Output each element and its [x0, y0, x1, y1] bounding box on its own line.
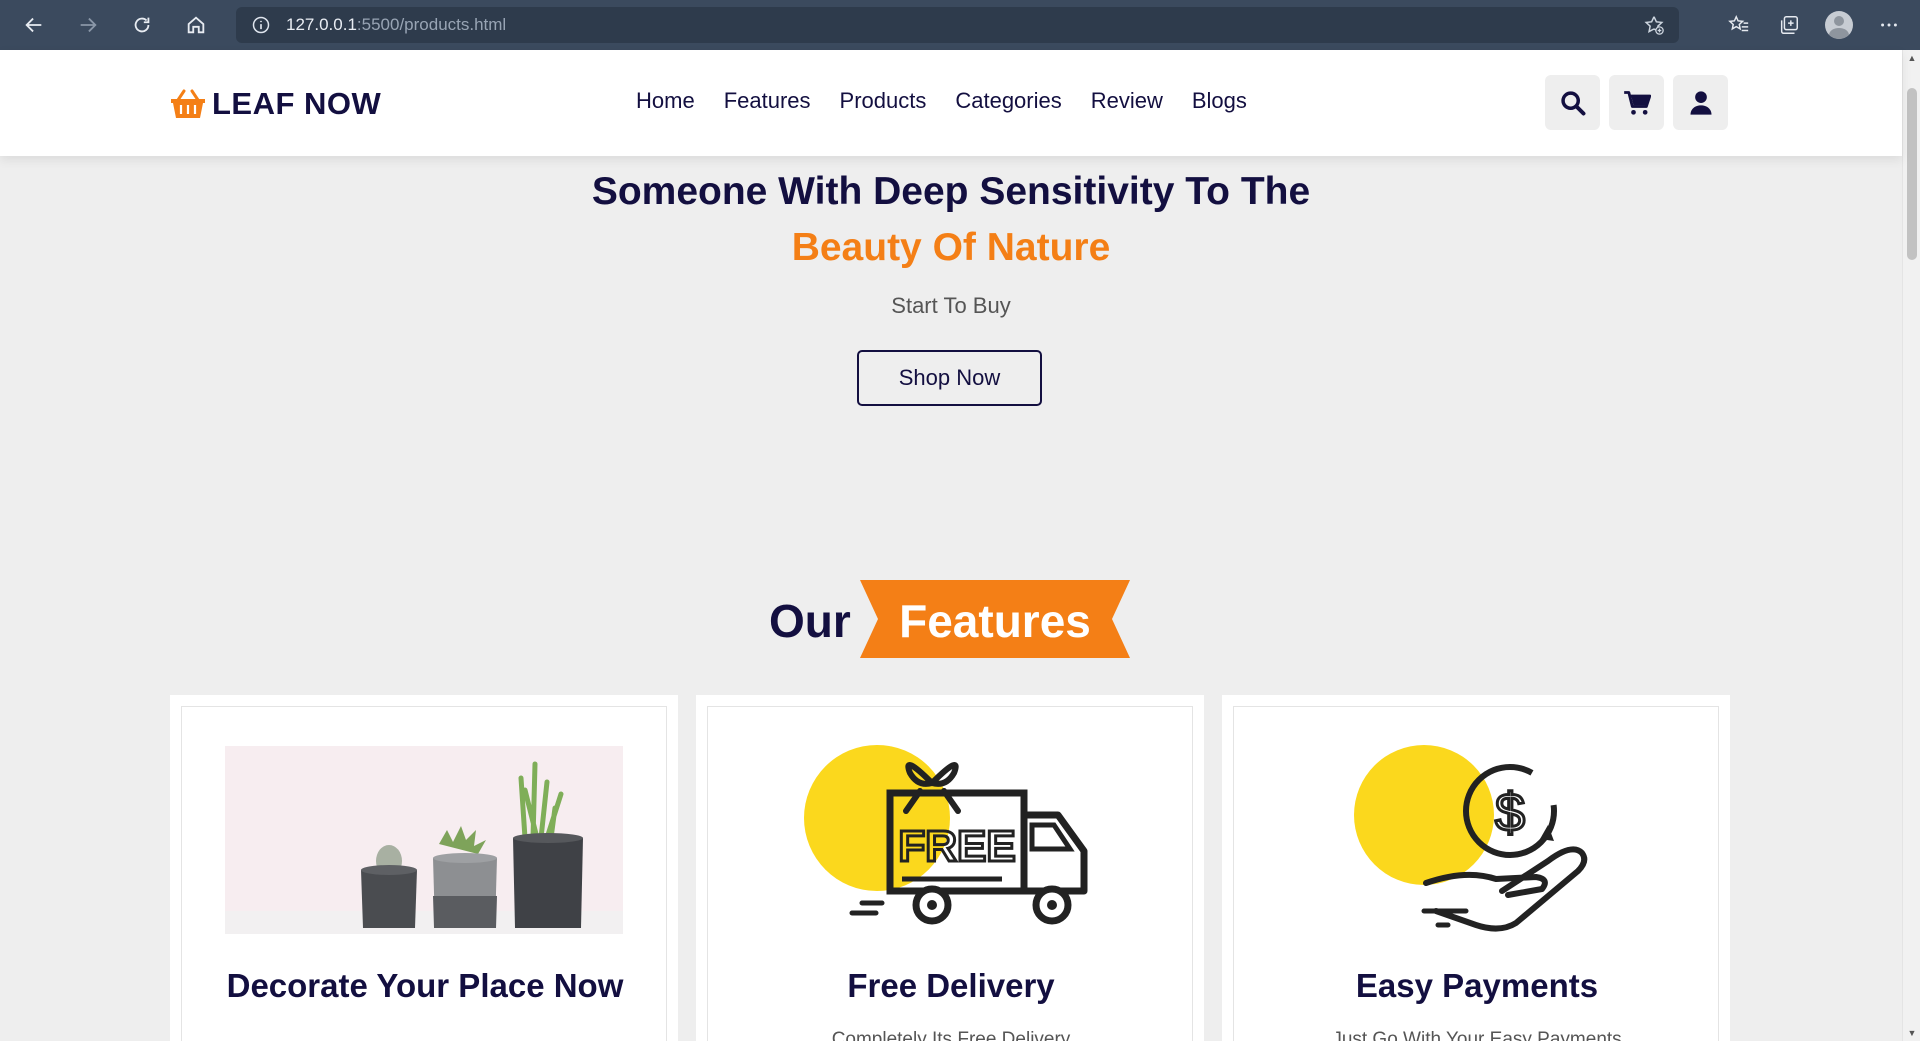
- back-button[interactable]: [14, 5, 54, 45]
- scroll-down-arrow-icon[interactable]: ▼: [1907, 1029, 1917, 1038]
- feature-card-desc: Just Go With Your Easy Payments: [1332, 1029, 1622, 1041]
- nav-categories[interactable]: Categories: [955, 88, 1061, 114]
- nav-blogs[interactable]: Blogs: [1192, 88, 1247, 114]
- arrow-left-icon: [25, 17, 42, 33]
- nav-review[interactable]: Review: [1091, 88, 1163, 114]
- more-icon: [1881, 23, 1897, 27]
- url-path: :5500/products.html: [356, 15, 507, 34]
- url-host: 127.0.0.1: [286, 15, 357, 34]
- basket-icon: [171, 89, 205, 118]
- page-scrollbar[interactable]: ▲ ▼: [1902, 50, 1920, 1041]
- browser-tools: [1714, 0, 1920, 50]
- home-icon: [187, 16, 205, 34]
- forward-button[interactable]: [68, 5, 108, 45]
- nav-features[interactable]: Features: [724, 88, 811, 114]
- easy-payments-icon: $: [1354, 745, 1588, 932]
- browser-toolbar: 127.0.0.1:5500/products.html: [0, 0, 1920, 50]
- hero-subtitle: Start To Buy: [891, 293, 1011, 318]
- features-heading: Our Features: [0, 580, 1902, 660]
- avatar: [1825, 11, 1853, 39]
- profile-button[interactable]: [1814, 0, 1864, 50]
- home-button[interactable]: [176, 5, 216, 45]
- cart-icon: [1623, 90, 1651, 115]
- feature-cards: Decorate Your Place Now FREE Free Delive…: [170, 695, 1730, 1041]
- nav-home[interactable]: Home: [636, 88, 695, 114]
- more-button[interactable]: [1864, 0, 1914, 50]
- header-icons: [1545, 75, 1728, 130]
- features-heading-tag-text: Features: [899, 595, 1091, 647]
- feature-card-title: Free Delivery: [847, 967, 1055, 1004]
- succulent-plants-image: [225, 746, 623, 934]
- scroll-thumb[interactable]: [1907, 88, 1917, 260]
- free-delivery-truck-icon: FREE: [804, 745, 1088, 925]
- feature-card-title: Decorate Your Place Now: [226, 967, 624, 1004]
- svg-text:$: $: [1495, 783, 1525, 843]
- features-heading-tag: Features: [860, 580, 1130, 658]
- nav-products[interactable]: Products: [840, 88, 927, 114]
- search-icon: [1560, 90, 1585, 115]
- favorites-icon: [1728, 14, 1749, 32]
- collections-icon: [1780, 16, 1798, 34]
- logo[interactable]: LEAF NOW: [170, 86, 381, 122]
- feature-card: $ Easy Payments Just Go With Your Easy P…: [1222, 695, 1730, 1041]
- search-button[interactable]: [1545, 75, 1600, 130]
- feature-card: FREE Free Delivery Completely Its Free D…: [696, 695, 1204, 1041]
- scroll-up-arrow-icon[interactable]: ▲: [1907, 54, 1917, 63]
- feature-card-desc: Completely Its Free Delivery: [831, 1029, 1071, 1041]
- url-text: 127.0.0.1:5500/products.html: [286, 15, 506, 35]
- favorites-button[interactable]: [1714, 0, 1764, 50]
- reload-icon: [134, 17, 150, 33]
- arrow-right-icon: [80, 17, 97, 33]
- add-favorite-icon[interactable]: [1643, 14, 1665, 36]
- shop-now-button[interactable]: Shop Now: [857, 350, 1042, 406]
- reload-button[interactable]: [122, 5, 162, 45]
- user-button[interactable]: [1673, 75, 1728, 130]
- address-bar[interactable]: 127.0.0.1:5500/products.html: [236, 7, 1679, 43]
- feature-card-title: Easy Payments: [1355, 967, 1599, 1004]
- site-header: LEAF NOW Home Features Products Categori…: [0, 50, 1902, 156]
- main-nav: Home Features Products Categories Review…: [636, 88, 1276, 114]
- collections-button[interactable]: [1764, 0, 1814, 50]
- logo-text: LEAF NOW: [212, 86, 382, 121]
- feature-card: Decorate Your Place Now: [170, 695, 678, 1041]
- user-icon: [1690, 90, 1711, 115]
- hero-title: Someone With Deep Sensitivity To The: [591, 170, 1311, 213]
- svg-text:FREE: FREE: [898, 822, 1015, 871]
- cart-button[interactable]: [1609, 75, 1664, 130]
- features-heading-plain: Our: [769, 595, 851, 647]
- info-icon[interactable]: [250, 14, 272, 36]
- hero-accent-title: Beauty Of Nature: [791, 226, 1111, 269]
